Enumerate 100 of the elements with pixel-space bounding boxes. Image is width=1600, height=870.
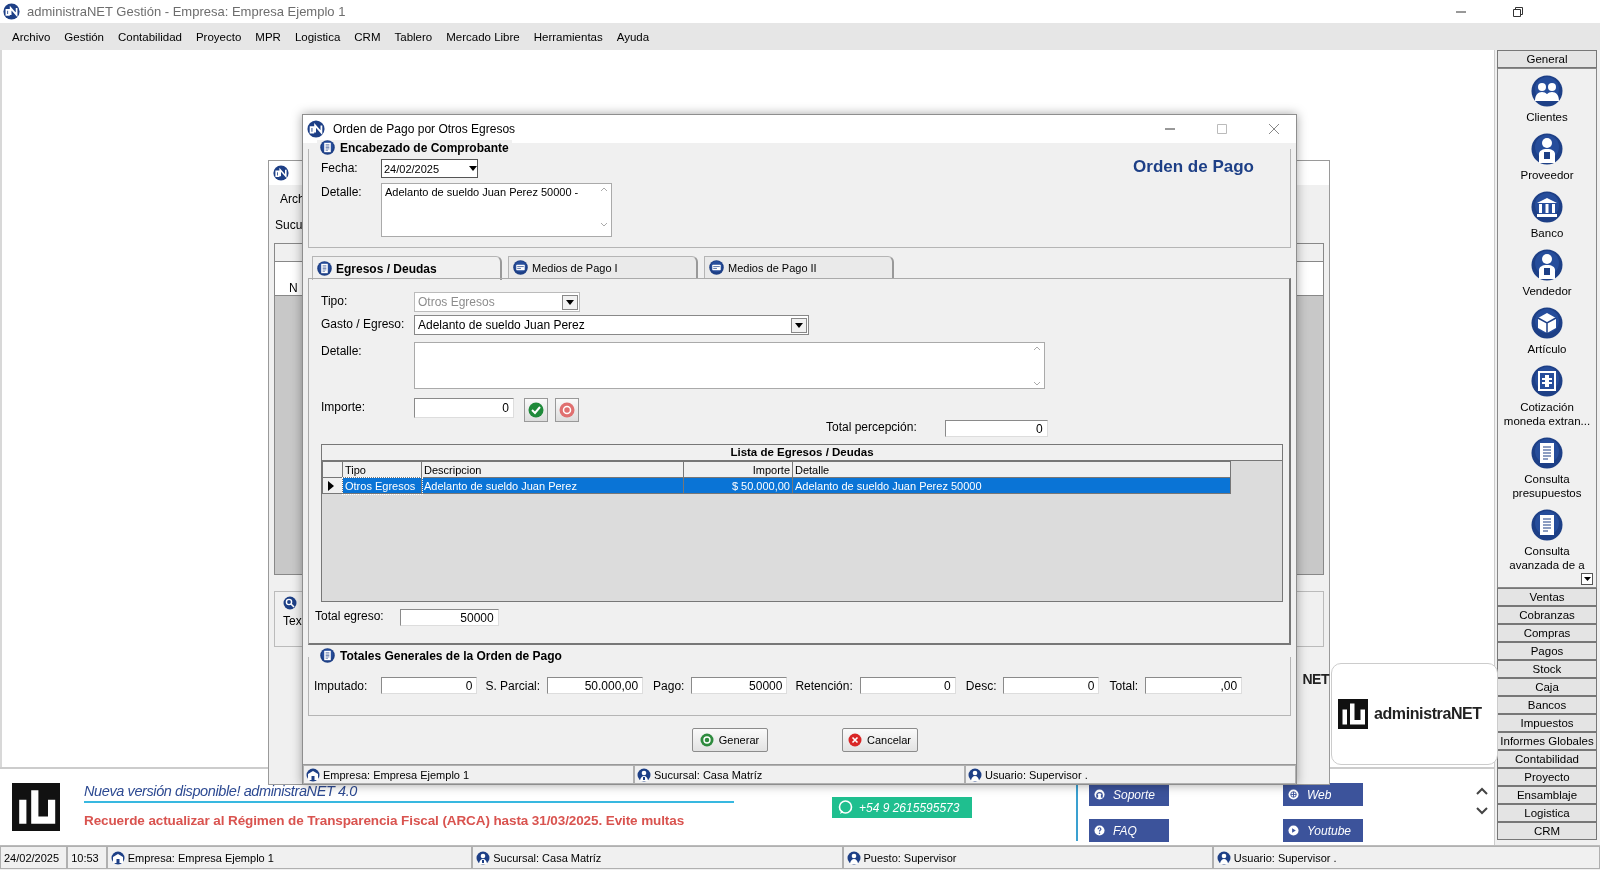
notice-text: Recuerde actualizar al Régimen de Transparencia Fiscal (ARCA) hasta 31/03/2025. Evite multas [84, 813, 686, 829]
link-button[interactable]: Web [1283, 783, 1363, 807]
people-icon [1531, 75, 1563, 107]
section-button[interactable]: General [1497, 50, 1597, 68]
input-field[interactable]: 0 [1003, 677, 1100, 694]
caret-icon [1583, 577, 1591, 581]
menu-item[interactable]: Proyecto [188, 28, 249, 45]
sidebar-item[interactable]: Banco [1500, 191, 1594, 240]
field-label: Desc: [965, 678, 998, 693]
sidebar-item[interactable]: Vendedor [1500, 249, 1594, 298]
status-text: Empresa: Empresa Ejemplo 1 [127, 851, 274, 864]
card-icon [513, 260, 528, 275]
scroll-down-button[interactable] [1581, 573, 1593, 585]
bank-icon [1531, 191, 1563, 223]
row-pointer-icon [328, 480, 334, 491]
combo-box[interactable]: Adelanto de sueldo Juan Perez [414, 315, 809, 335]
link-button[interactable]: Youtube [1283, 819, 1363, 843]
field-label: Tex [283, 614, 302, 628]
section-button[interactable]: Proyecto [1497, 768, 1597, 786]
section-button[interactable]: Contabilidad [1497, 750, 1597, 768]
input-field[interactable]: 0 [381, 677, 478, 694]
field-label: Detalle: [321, 343, 363, 358]
user-icon [1216, 850, 1231, 865]
card-icon [709, 260, 724, 275]
menu-item[interactable]: Archivo [5, 28, 58, 45]
person-icon [1531, 249, 1563, 281]
menu-item[interactable]: Tablero [387, 28, 440, 45]
cancel-button[interactable]: Cancelar [841, 728, 918, 752]
input-field[interactable]: 50000 [399, 609, 499, 626]
field-label: Sucu [275, 218, 303, 232]
logo-text: NET [1302, 671, 1329, 687]
section-button[interactable]: CRM [1497, 822, 1597, 840]
document-icon [317, 261, 332, 276]
sidebar-item[interactable]: Artículo [1500, 307, 1594, 356]
tab[interactable]: Medios de Pago I [508, 256, 698, 278]
clear-button[interactable] [555, 398, 579, 422]
menu-item[interactable]: MPR [248, 28, 288, 45]
section-button[interactable]: Caja [1497, 678, 1597, 696]
sidebar-item[interactable]: Consulta presupuestos [1500, 437, 1594, 500]
globe-icon [1288, 789, 1299, 801]
input-field[interactable]: ,00 [1145, 677, 1243, 694]
tab[interactable]: Medios de Pago II [704, 256, 894, 278]
date-field[interactable]: 24/02/2025 [381, 159, 478, 178]
section-button[interactable]: Logistica [1497, 804, 1597, 822]
status-field: 10:53 [67, 846, 107, 869]
logo-icon [1338, 699, 1368, 729]
link-button[interactable]: Soporte [1089, 783, 1169, 807]
field-label: Imputado: [314, 678, 369, 693]
document-icon [320, 648, 335, 663]
input-field[interactable]: 0 [859, 677, 956, 694]
column-header: Tipo [342, 461, 422, 478]
scroll-down-button[interactable] [1476, 807, 1488, 816]
sidebar-item[interactable]: Consulta avanzada de a [1500, 509, 1594, 572]
text-area[interactable]: Adelanto de sueldo Juan Perez 50000 - [381, 183, 612, 237]
section-button[interactable]: Compras [1497, 624, 1597, 642]
menu-item[interactable]: Logistica [287, 28, 348, 45]
sidebar-item[interactable]: Cotización moneda extran... [1500, 365, 1594, 428]
building-icon [110, 850, 125, 865]
scroll-up-button[interactable] [1476, 787, 1488, 796]
input-field[interactable]: 50000 [691, 677, 788, 694]
menu-item[interactable]: Herramientas [526, 28, 610, 45]
section-button[interactable]: Informes Globales [1497, 732, 1597, 750]
menu-item[interactable]: Gestión [57, 28, 111, 45]
text-area[interactable] [414, 342, 1045, 389]
menu-item[interactable]: CRM [347, 28, 388, 45]
document-icon [1531, 437, 1563, 469]
table-row[interactable]: Otros Egresos Adelanto de sueldo Juan Perez $ 50.000,00 Adelanto de sueldo Juan Perez 50000 [322, 477, 1231, 494]
menu-item[interactable]: Contabilidad [111, 28, 189, 45]
generate-button[interactable]: Generar [691, 728, 768, 752]
maximize-icon [1217, 124, 1227, 134]
section-button[interactable]: Pagos [1497, 642, 1597, 660]
input-field[interactable]: 50.000,00 [547, 677, 644, 694]
status-field: 24/02/2025 [0, 846, 68, 869]
section-button[interactable]: Impuestos [1497, 714, 1597, 732]
sidebar-item[interactable]: Proveedor [1500, 133, 1594, 182]
field-label: Tipo: [321, 293, 349, 308]
section-button[interactable]: Ensamblaje [1497, 786, 1597, 804]
section-button[interactable]: Stock [1497, 660, 1597, 678]
app-logo-icon [3, 3, 20, 20]
link-button[interactable]: FAQ [1089, 819, 1169, 843]
restore-icon [1513, 6, 1523, 17]
cube-icon [1531, 307, 1563, 339]
confirm-button[interactable] [524, 398, 548, 422]
input-field[interactable]: 0 [414, 398, 514, 418]
section-button[interactable]: Cobranzas [1497, 606, 1597, 624]
menu-item[interactable]: Mercado Libre [439, 28, 527, 45]
status-text: Empresa: Empresa Ejemplo 1 [323, 768, 470, 781]
section-button[interactable]: Bancos [1497, 696, 1597, 714]
field-label: S. Parcial: [485, 678, 542, 693]
building-icon [306, 767, 320, 782]
question-icon [1094, 825, 1105, 837]
sidebar-item[interactable]: Clientes [1500, 75, 1594, 124]
input-field[interactable]: 0 [944, 420, 1048, 437]
section-button[interactable]: Ventas [1497, 588, 1597, 606]
tab[interactable]: Egresos / Deudas [312, 256, 502, 280]
close-icon [1269, 124, 1279, 134]
menu-item[interactable]: Ayuda [609, 28, 657, 45]
document-icon [1531, 509, 1563, 541]
field-label: Total egreso: [315, 609, 384, 623]
logo-text: administraNET [1374, 705, 1482, 723]
